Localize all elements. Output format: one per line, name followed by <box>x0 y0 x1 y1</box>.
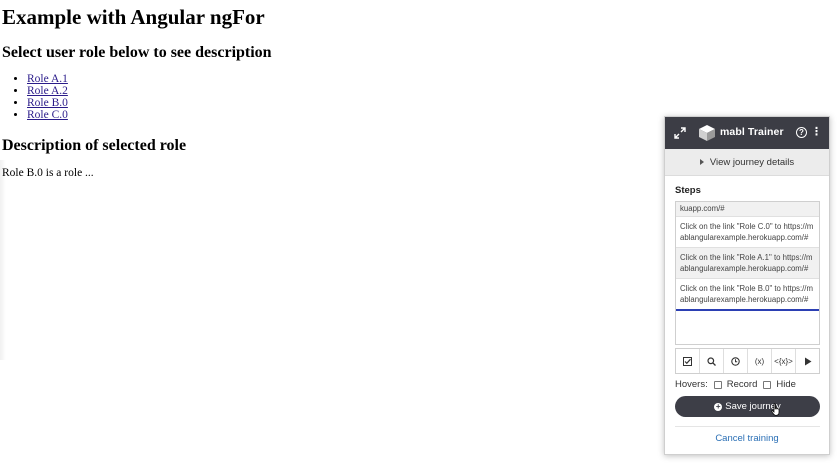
play-icon <box>804 357 811 365</box>
add-wait-button[interactable] <box>724 349 748 373</box>
trainer-header: mabl Trainer ? ⋮ <box>665 117 829 149</box>
cancel-training-link[interactable]: Cancel training <box>665 433 829 444</box>
step-item[interactable]: Click on the link "Role B.0" to https://… <box>676 279 819 311</box>
role-link-c0[interactable]: Role C.0 <box>27 109 68 121</box>
page-title: Example with Angular ngFor <box>2 5 265 29</box>
step-item[interactable]: kuapp.com/# <box>676 202 819 217</box>
divider <box>675 426 820 427</box>
role-list-item: Role A.2 <box>27 85 642 97</box>
page-subtitle: Select user role below to see descriptio… <box>2 44 272 61</box>
add-assertion-button[interactable] <box>676 349 700 373</box>
record-label: Record <box>726 379 758 390</box>
view-journey-label: View journey details <box>709 156 795 168</box>
hovers-options: Hovers: Record Hide <box>675 379 796 390</box>
trainer-title: mabl Trainer <box>720 126 784 138</box>
role-list-item: Role A.1 <box>27 73 642 85</box>
more-menu-icon[interactable]: ⋮ <box>811 126 822 138</box>
main-page: Example with Angular ngFor Select user r… <box>2 0 642 179</box>
hovers-label: Hovers: <box>675 379 708 390</box>
role-description: Role B.0 is a role ... <box>2 167 94 179</box>
play-button[interactable] <box>796 349 819 373</box>
role-link-a2[interactable]: Role A.2 <box>27 85 68 97</box>
caret-right-icon <box>699 159 704 165</box>
role-link-a1[interactable]: Role A.1 <box>27 73 68 85</box>
role-list-item: Role C.0 <box>27 109 642 121</box>
find-element-button[interactable] <box>700 349 724 373</box>
hide-label: Hide <box>776 379 796 390</box>
checkbox-checked-icon <box>683 356 692 366</box>
role-list-item: Role B.0 <box>27 97 642 109</box>
record-hovers-checkbox[interactable] <box>713 380 722 389</box>
step-item[interactable]: Click on the link "Role C.0" to https://… <box>676 217 819 248</box>
expand-icon[interactable] <box>674 127 686 139</box>
role-list: Role A.1 Role A.2 Role B.0 Role C.0 <box>2 73 642 121</box>
page-edge-shadow <box>0 160 6 360</box>
step-item[interactable]: Click on the link "Role A.1" to https://… <box>676 248 819 279</box>
help-icon[interactable]: ? <box>796 127 807 138</box>
hide-hovers-checkbox[interactable] <box>763 380 772 389</box>
plus-circle-icon: + <box>714 401 723 411</box>
add-code-button[interactable]: <{x}> <box>772 349 796 373</box>
role-link-b0[interactable]: Role B.0 <box>27 97 68 109</box>
steps-label: Steps <box>675 185 701 196</box>
save-journey-button[interactable]: + Save journey <box>675 396 820 417</box>
mabl-logo-icon <box>699 125 715 141</box>
view-journey-details-toggle[interactable]: View journey details <box>665 149 829 176</box>
mabl-trainer-panel: mabl Trainer ? ⋮ View journey details St… <box>664 116 830 455</box>
description-heading: Description of selected role <box>2 137 187 154</box>
steps-list[interactable]: kuapp.com/# Click on the link "Role C.0"… <box>675 201 820 345</box>
hand-cursor-icon <box>771 403 780 416</box>
search-icon <box>707 356 716 366</box>
step-toolbar: (x) <{x}> <box>675 348 820 374</box>
clock-icon <box>731 356 740 366</box>
add-variable-button[interactable]: (x) <box>748 349 772 373</box>
